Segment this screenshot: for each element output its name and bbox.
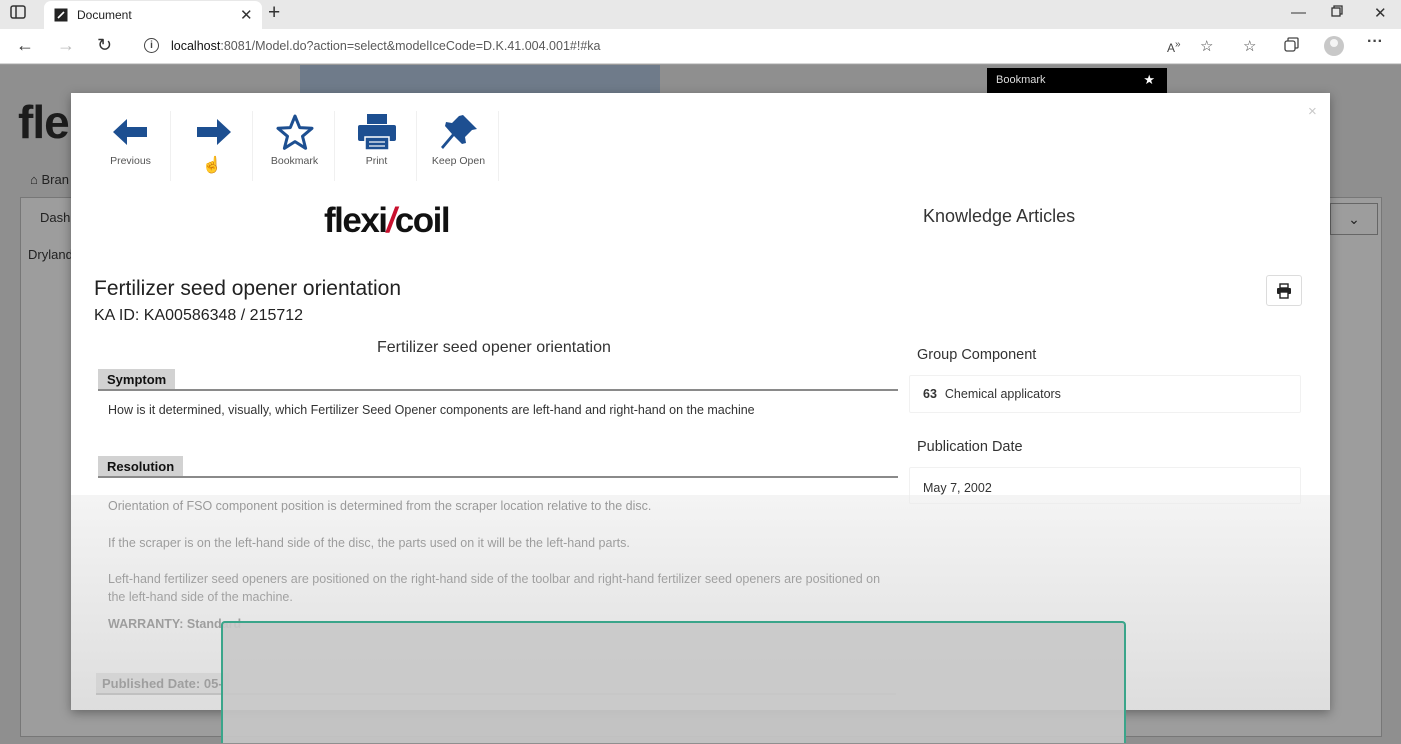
symptom-text: How is it determined, visually, which Fe…: [108, 403, 755, 417]
keep-open-label: Keep Open: [431, 155, 486, 167]
publication-date-label: Publication Date: [917, 439, 1023, 455]
background-breadcrumb-label: Bran: [41, 172, 69, 187]
collections-icon[interactable]: [1284, 37, 1299, 56]
symptom-header: Symptom: [98, 369, 898, 391]
resolution-header: Resolution: [98, 456, 898, 478]
resolution-paragraph-3: Left-hand fertilizer seed openers are po…: [108, 572, 881, 604]
background-bookmark-bar[interactable]: Bookmark ★: [987, 68, 1167, 94]
favicon-icon: [54, 8, 68, 22]
publication-date-value: May 7, 2002: [909, 467, 1301, 504]
modal-close-icon[interactable]: ×: [1308, 103, 1317, 120]
resolution-paragraph-2: If the scraper is on the left-hand side …: [108, 536, 630, 550]
overlay-panel: [221, 621, 1126, 743]
url-path: :8081/Model.do?action=select&modelIceCod…: [220, 39, 601, 53]
pushpin-icon: [440, 115, 477, 149]
printer-icon: [357, 114, 396, 151]
back-icon[interactable]: ←: [16, 35, 34, 55]
tab-title: Document: [77, 8, 132, 22]
background-select[interactable]: ⌄: [1330, 203, 1378, 235]
url-host: localhost: [171, 39, 221, 53]
browser-tabstrip: Document ✕ + — ✕: [0, 0, 1401, 29]
keep-open-button[interactable]: Keep Open: [419, 111, 499, 181]
flexicoil-logo-right: coil: [394, 201, 451, 240]
article-print-button[interactable]: [1266, 275, 1302, 306]
publication-date-box: Publication Date May 7, 2002: [909, 433, 1301, 504]
info-icon[interactable]: i: [144, 38, 159, 53]
bookmark-button[interactable]: Bookmark: [255, 111, 335, 181]
background-logo: fle: [18, 96, 70, 148]
maximize-icon[interactable]: [1331, 4, 1343, 21]
knowledge-article-modal: × Previous Next Bookmark Print Keep Open…: [71, 93, 1330, 710]
favorites-list-icon[interactable]: ☆: [1243, 37, 1256, 55]
article-title: Fertilizer seed opener orientation: [94, 277, 402, 300]
published-date-label: Published Date: 05-: [96, 673, 229, 693]
knowledge-articles-heading: Knowledge Articles: [923, 206, 1076, 226]
flexicoil-logo-slash: /: [386, 201, 397, 240]
star-outline-icon: [276, 114, 313, 150]
favorite-icon[interactable]: ☆: [1200, 37, 1213, 55]
background-dryland-label: Dryland: [28, 247, 73, 262]
background-breadcrumb[interactable]: ⌂ Bran: [30, 172, 69, 187]
close-icon[interactable]: ✕: [240, 6, 253, 24]
bookmark-label: Bookmark: [270, 155, 319, 167]
print-label: Print: [365, 155, 388, 167]
arrow-right-icon: [196, 119, 231, 145]
hand-cursor-icon: ☝: [202, 157, 222, 174]
star-icon: ★: [1143, 72, 1155, 87]
background-banner: [300, 65, 660, 95]
group-component-code: 63: [923, 387, 937, 401]
group-component-box: Group Component 63 Chemical applicators: [909, 341, 1301, 413]
profile-icon[interactable]: [1324, 36, 1344, 56]
forward-icon[interactable]: →: [57, 35, 75, 55]
minimize-icon[interactable]: —: [1291, 4, 1306, 21]
small-printer-icon: [1277, 283, 1291, 299]
flexicoil-logo-left: flexi: [324, 201, 388, 240]
flexicoil-logo: flexi/coil: [324, 201, 451, 241]
new-tab-icon[interactable]: +: [268, 2, 280, 24]
read-aloud-icon[interactable]: A»: [1167, 39, 1181, 55]
previous-button[interactable]: Previous: [91, 111, 171, 181]
more-icon[interactable]: ···: [1367, 33, 1383, 51]
resolution-label: Resolution: [98, 456, 184, 476]
symptom-label: Symptom: [98, 369, 176, 389]
ka-id: KA ID: KA00586348 / 215712: [94, 307, 304, 324]
previous-label: Previous: [110, 155, 151, 167]
url-field[interactable]: localhost:8081/Model.do?action=select&mo…: [171, 39, 600, 53]
address-bar: ← → ↻ i localhost:8081/Model.do?action=s…: [0, 29, 1401, 64]
close-window-icon[interactable]: ✕: [1374, 4, 1387, 22]
group-component-value: 63 Chemical applicators: [909, 375, 1301, 413]
refresh-icon[interactable]: ↻: [97, 35, 112, 55]
background-bookmark-label: Bookmark: [996, 74, 1046, 86]
article-subtitle: Fertilizer seed opener orientation: [377, 339, 611, 356]
group-component-name: Chemical applicators: [944, 387, 1061, 401]
resolution-paragraph-1: Orientation of FSO component position is…: [108, 499, 652, 513]
background-dashboard-tab[interactable]: Dash: [40, 210, 70, 225]
arrow-left-icon: [112, 119, 147, 145]
print-button[interactable]: Print: [337, 111, 417, 181]
sidebar-icon[interactable]: [10, 5, 32, 23]
browser-tab[interactable]: Document ✕: [44, 1, 262, 29]
group-component-label: Group Component: [917, 347, 1037, 363]
